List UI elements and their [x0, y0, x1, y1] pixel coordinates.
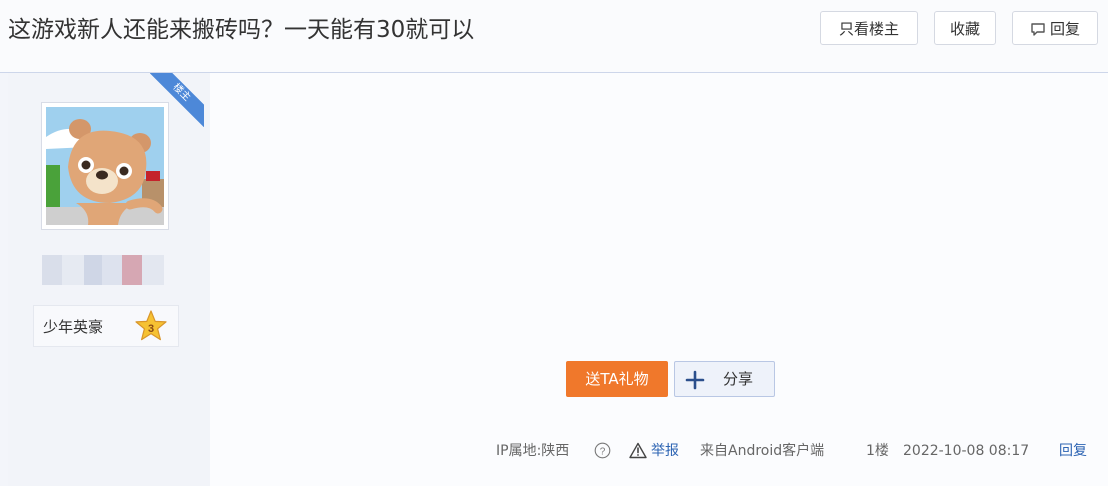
- rank-level: 3: [148, 323, 154, 335]
- rank-label: 少年英豪: [43, 318, 104, 336]
- reply-button-label: 回复: [1049, 20, 1080, 38]
- rank-badge: 少年英豪 3: [33, 305, 179, 347]
- report-link[interactable]: 举报: [651, 441, 679, 461]
- plus-icon: [684, 369, 706, 403]
- thread-header: 这游戏新人还能来搬砖吗？一天能有30就可以 只看楼主 收藏 回复: [0, 0, 1108, 73]
- avatar[interactable]: [41, 102, 169, 230]
- bear-avatar-image: [46, 107, 164, 225]
- thread-title: 这游戏新人还能来搬砖吗？一天能有30就可以: [8, 17, 475, 43]
- only-op-button[interactable]: 只看楼主: [820, 11, 918, 45]
- floor-number: 1楼: [866, 443, 889, 459]
- post-content: [210, 73, 1108, 486]
- warning-icon[interactable]: [629, 442, 647, 465]
- ip-location: IP属地:陕西: [496, 443, 570, 459]
- username-blurred[interactable]: [42, 255, 164, 285]
- reply-link[interactable]: 回复: [1059, 441, 1087, 461]
- share-button[interactable]: 分享: [674, 361, 775, 397]
- speech-bubble-icon: [1030, 20, 1050, 38]
- help-icon[interactable]: ?: [594, 442, 611, 465]
- post-source: 来自Android客户端: [700, 443, 825, 459]
- post-datetime: 2022-10-08 08:17: [903, 443, 1030, 459]
- reply-button[interactable]: 回复: [1012, 11, 1098, 45]
- svg-text:?: ?: [600, 447, 606, 458]
- send-gift-button[interactable]: 送TA礼物: [566, 361, 668, 397]
- share-button-label: 分享: [723, 370, 754, 388]
- star-icon: 3: [134, 309, 168, 347]
- favorite-button[interactable]: 收藏: [934, 11, 996, 45]
